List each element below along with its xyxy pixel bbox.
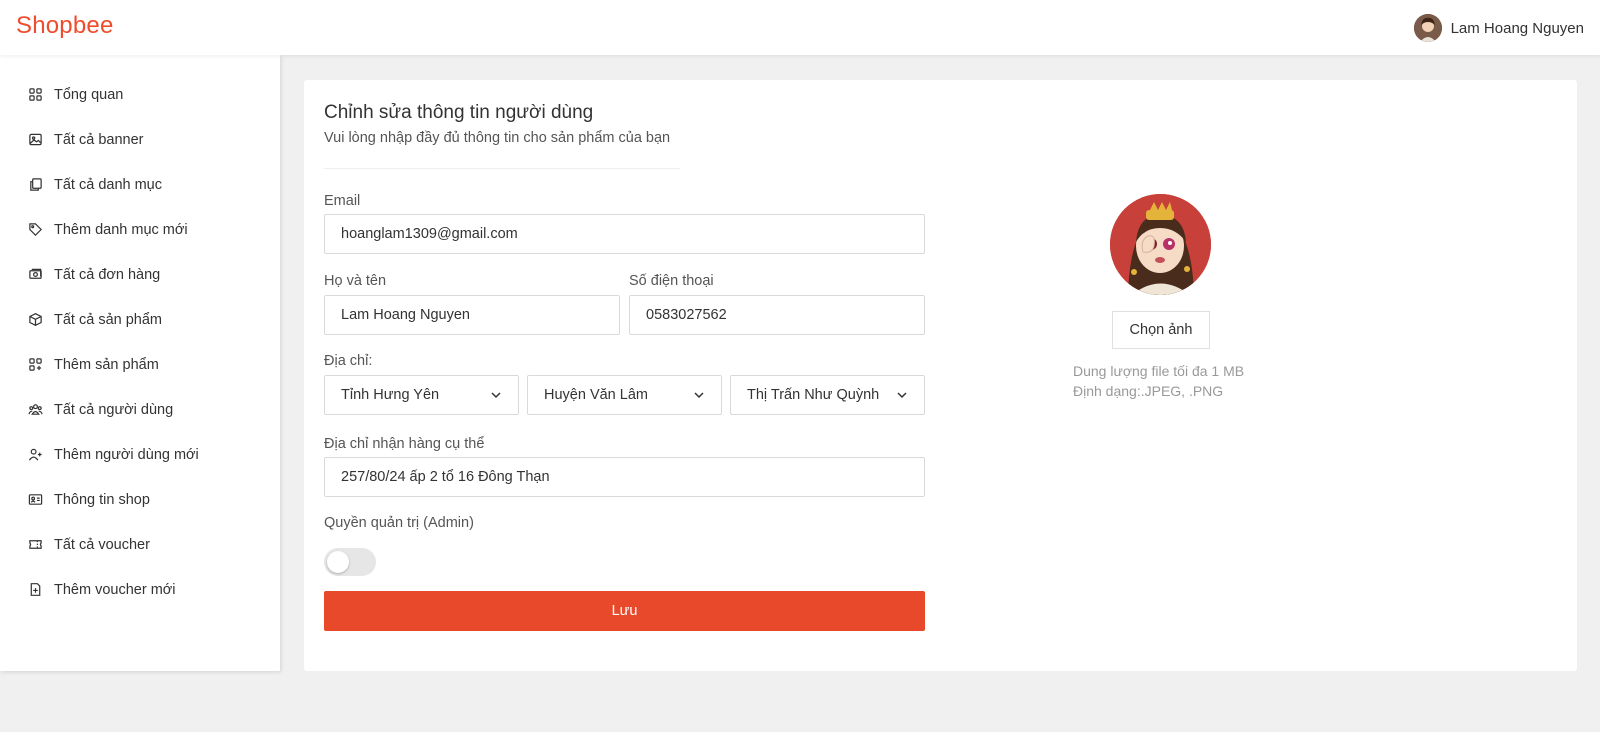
province-value: Tỉnh Hưng Yên [341, 387, 440, 403]
detail-address-value: 257/80/24 ấp 2 tổ 16 Đông Thạn [341, 469, 550, 485]
sidebar-item-overview[interactable]: Tổng quan [0, 72, 280, 117]
sidebar-item-add-voucher[interactable]: Thêm voucher mới [0, 567, 280, 612]
sidebar-item-label: Tổng quan [54, 86, 124, 103]
sidebar-item-add-user[interactable]: Thêm người dùng mới [0, 432, 280, 477]
sidebar-item-vouchers[interactable]: Tất cả voucher [0, 522, 280, 567]
ticket-icon [29, 540, 42, 549]
phone-field[interactable]: 0583027562 [629, 295, 925, 335]
sidebar-item-orders[interactable]: Tất cả đơn hàng [0, 252, 280, 297]
sidebar-item-products[interactable]: Tất cả sản phẩm [0, 297, 280, 342]
sidebar-item-label: Thêm sản phẩm [54, 356, 159, 373]
sidebar-item-categories[interactable]: Tất cả danh mục [0, 162, 280, 207]
cash-icon [29, 268, 42, 279]
sidebar-item-label: Tất cả banner [54, 131, 144, 148]
sidebar-item-label: Tất cả sản phẩm [54, 311, 162, 328]
divider [324, 168, 680, 169]
user-name[interactable]: Lam Hoang Nguyen [1451, 20, 1584, 37]
ward-value: Thị Trấn Như Quỳnh [747, 387, 880, 403]
save-button[interactable]: Lưu [324, 591, 925, 631]
chevron-down-icon [491, 392, 501, 399]
sidebar-item-label: Thêm người dùng mới [54, 446, 199, 463]
district-select[interactable]: Huyện Văn Lâm [527, 375, 722, 415]
admin-toggle[interactable] [324, 548, 376, 576]
sidebar-item-banners[interactable]: Tất cả banner [0, 117, 280, 162]
phone-value: 0583027562 [646, 307, 727, 323]
sidebar-item-users[interactable]: Tất cả người dùng [0, 387, 280, 432]
users-icon [28, 404, 43, 415]
sidebar-item-label: Tất cả danh mục [54, 176, 162, 193]
full-name-field[interactable]: Lam Hoang Nguyen [324, 295, 620, 335]
detail-address-label: Địa chỉ nhận hàng cụ thể [324, 436, 485, 452]
sidebar: Tổng quan Tất cả banner Tất cả danh mục … [0, 55, 280, 671]
avatar[interactable] [1413, 14, 1442, 42]
detail-address-field[interactable]: 257/80/24 ấp 2 tổ 16 Đông Thạn [324, 457, 925, 497]
sidebar-item-label: Tất cả voucher [54, 536, 150, 553]
sidebar-item-label: Thêm danh mục mới [54, 221, 188, 238]
page-subtitle: Vui lòng nhập đầy đủ thông tin cho sản p… [324, 130, 671, 146]
page-title: Chỉnh sửa thông tin người dùng [324, 102, 594, 123]
sidebar-item-shop-info[interactable]: Thông tin shop [0, 477, 280, 522]
user-menu[interactable]: Lam Hoang Nguyen [1413, 14, 1584, 42]
brand-logo[interactable]: Shopbee [16, 12, 114, 40]
phone-label: Số điện thoại [629, 273, 714, 289]
address-label: Địa chỉ: [324, 353, 373, 369]
copy-icon [30, 178, 42, 191]
email-value: hoanglam1309@gmail.com [341, 226, 518, 242]
choose-image-button[interactable]: Chọn ảnh [1112, 311, 1210, 349]
province-select[interactable]: Tỉnh Hưng Yên [324, 375, 519, 415]
admin-label: Quyền quản trị (Admin) [324, 515, 474, 531]
grid-icon [29, 88, 42, 101]
id-card-icon [28, 494, 43, 505]
user-add-icon [28, 448, 42, 461]
sidebar-item-label: Thêm voucher mới [54, 581, 176, 598]
sidebar-item-add-product[interactable]: Thêm sản phẩm [0, 342, 280, 387]
email-label: Email [324, 193, 361, 209]
sidebar-item-label: Tất cả đơn hàng [54, 266, 161, 283]
grid-add-icon [29, 358, 42, 371]
sidebar-item-label: Tất cả người dùng [54, 401, 174, 418]
edit-user-card: Chỉnh sửa thông tin người dùng Vui lòng … [304, 80, 1577, 671]
box-icon [29, 313, 42, 326]
full-name-value: Lam Hoang Nguyen [341, 307, 470, 323]
file-add-icon [30, 583, 41, 596]
ward-select[interactable]: Thị Trấn Như Quỳnh [730, 375, 925, 415]
chevron-down-icon [897, 392, 907, 399]
file-size-hint: Dung lượng file tối đa 1 MB [1073, 363, 1245, 379]
sidebar-item-add-category[interactable]: Thêm danh mục mới [0, 207, 280, 252]
profile-avatar [1110, 194, 1211, 295]
email-field[interactable]: hoanglam1309@gmail.com [324, 214, 925, 254]
sidebar-item-label: Thông tin shop [54, 491, 150, 508]
name-label: Họ và tên [324, 273, 387, 289]
chevron-down-icon [694, 392, 704, 399]
top-header: Shopbee Lam Hoang Nguyen [0, 0, 1600, 55]
tag-icon [29, 223, 42, 236]
toggle-knob [327, 551, 349, 573]
district-value: Huyện Văn Lâm [544, 387, 648, 403]
image-icon [29, 133, 42, 146]
file-format-hint: Định dạng:.JPEG, .PNG [1073, 383, 1224, 399]
